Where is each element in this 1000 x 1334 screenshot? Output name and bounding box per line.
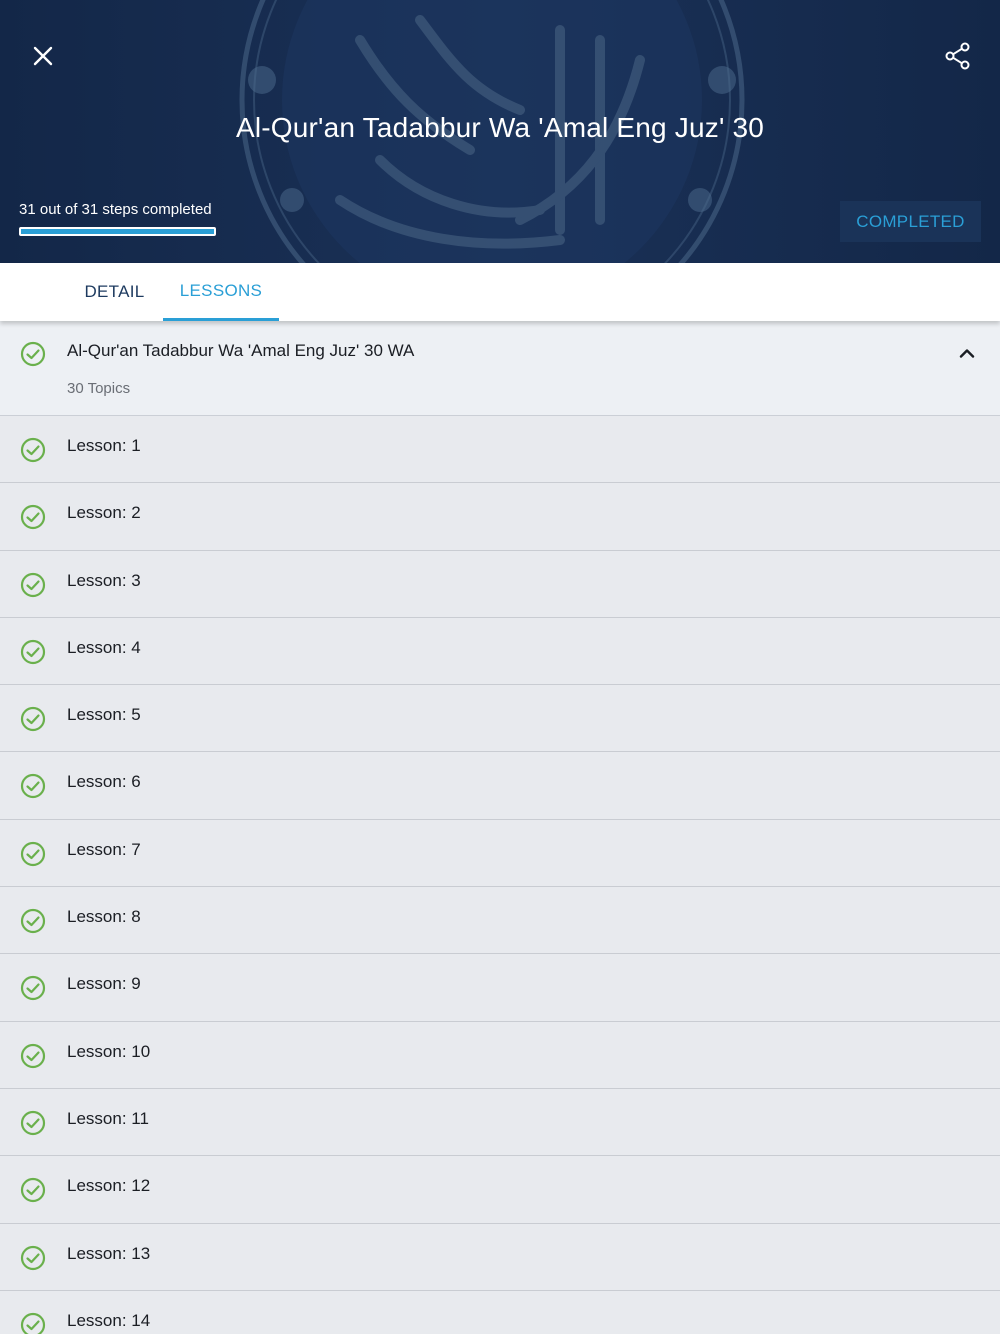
lesson-row[interactable]: Lesson: 11: [0, 1088, 1000, 1157]
share-button[interactable]: [938, 38, 978, 74]
lesson-row[interactable]: Lesson: 10: [0, 1021, 1000, 1089]
check-circle-icon: [20, 1245, 46, 1270]
lesson-row[interactable]: Lesson: 1: [0, 416, 1000, 484]
tab-detail[interactable]: DETAIL: [66, 263, 163, 321]
progress-bar: [19, 227, 216, 236]
progress-text: 31 out of 31 steps completed: [19, 201, 212, 218]
course-header: Al-Qur'an Tadabbur Wa 'Amal Eng Juz' 30 …: [0, 0, 1000, 263]
lesson-label: Lesson: 2: [67, 503, 141, 523]
lesson-label: Lesson: 13: [67, 1243, 151, 1263]
course-title: Al-Qur'an Tadabbur Wa 'Amal Eng Juz' 30: [235, 112, 765, 143]
lesson-row[interactable]: Lesson: 12: [0, 1156, 1000, 1224]
lesson-label: Lesson: 4: [67, 637, 141, 657]
lesson-row[interactable]: Lesson: 2: [0, 483, 1000, 551]
lesson-row[interactable]: Lesson: 3: [0, 550, 1000, 618]
section-header[interactable]: Al-Qur'an Tadabbur Wa 'Amal Eng Juz' 30 …: [0, 321, 1000, 416]
lesson-row[interactable]: Lesson: 13: [0, 1223, 1000, 1291]
lesson-label: Lesson: 12: [67, 1176, 151, 1196]
status-badge: COMPLETED: [840, 201, 981, 242]
section-title: Al-Qur'an Tadabbur Wa 'Amal Eng Juz' 30 …: [67, 341, 415, 360]
check-circle-icon: [20, 707, 46, 732]
lesson-label: Lesson: 8: [67, 907, 141, 927]
lesson-row[interactable]: Lesson: 7: [0, 819, 1000, 888]
tab-bar: DETAIL LESSONS: [0, 263, 1000, 321]
check-circle-icon: [20, 437, 46, 463]
share-icon: [945, 42, 970, 70]
progress-bar-fill: [21, 229, 214, 234]
lesson-label: Lesson: 5: [67, 705, 141, 725]
lesson-list: Lesson: 1 Lesson: 2 Lesson: 3 Lesson: 4 Less…: [0, 416, 1000, 1334]
lesson-row[interactable]: Lesson: 4: [0, 617, 1000, 686]
check-circle-icon: [20, 1312, 46, 1334]
lesson-row[interactable]: Lesson: 5: [0, 685, 1000, 753]
lesson-row[interactable]: Lesson: 6: [0, 752, 1000, 820]
lesson-row[interactable]: Lesson: 14: [0, 1290, 1000, 1334]
check-circle-icon: [20, 1043, 46, 1068]
check-circle-icon: [20, 908, 46, 934]
check-circle-icon: [20, 1178, 46, 1203]
check-circle-icon: [20, 774, 46, 799]
section-topic-count: 30 Topics: [67, 380, 131, 397]
check-circle-icon: [20, 1110, 46, 1136]
lesson-label: Lesson: 1: [67, 436, 141, 455]
lesson-row[interactable]: Lesson: 9: [0, 954, 1000, 1022]
lesson-label: Lesson: 10: [67, 1041, 151, 1061]
check-circle-icon: [20, 639, 46, 664]
lesson-label: Lesson: 7: [67, 839, 141, 859]
lesson-label: Lesson: 9: [67, 974, 141, 994]
check-circle-icon: [20, 841, 46, 866]
check-circle-icon: [20, 341, 46, 367]
close-icon: [33, 46, 53, 66]
tab-lessons[interactable]: LESSONS: [163, 263, 279, 321]
chevron-up-icon: [959, 349, 975, 358]
lesson-label: Lesson: 3: [67, 570, 141, 590]
check-circle-icon: [20, 505, 46, 530]
check-circle-icon: [20, 976, 46, 1001]
lesson-label: Lesson: 11: [67, 1108, 149, 1128]
lesson-label: Lesson: 14: [67, 1310, 151, 1330]
collapse-button[interactable]: [955, 341, 979, 365]
check-circle-icon: [20, 572, 46, 597]
lesson-row[interactable]: Lesson: 8: [0, 887, 1000, 955]
close-button[interactable]: [25, 38, 61, 74]
lesson-label: Lesson: 6: [67, 772, 141, 792]
